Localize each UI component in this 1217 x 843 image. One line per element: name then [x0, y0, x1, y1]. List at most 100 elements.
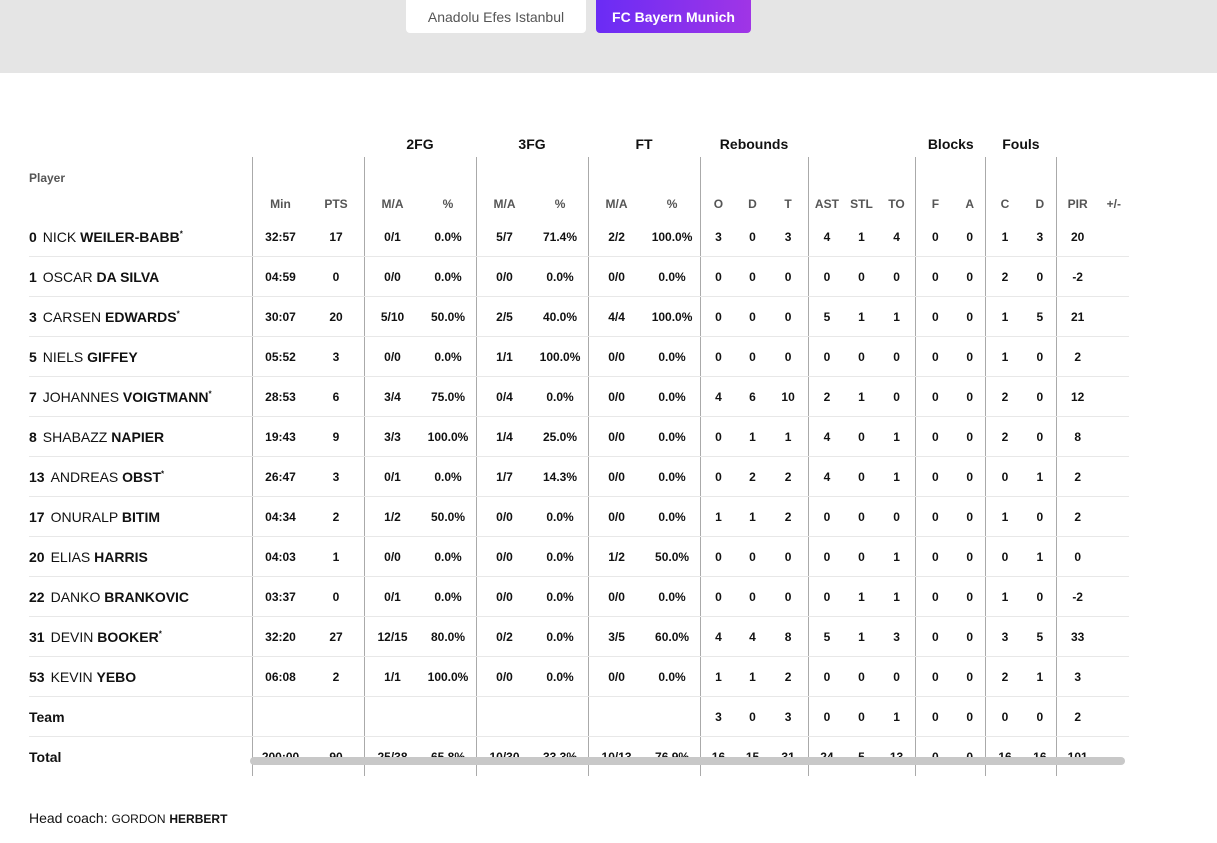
- stat-ft: 3/5: [587, 616, 645, 657]
- stat-d: 0: [736, 217, 769, 257]
- stat-fd: 1: [1023, 456, 1057, 497]
- col-reb-d: D: [748, 197, 757, 211]
- stat-fg3: 1/7: [475, 456, 533, 497]
- stat-fg2p: 50.0%: [420, 296, 477, 337]
- player-name[interactable]: 13 ANDREAS OBST*: [29, 456, 252, 497]
- stat-min: 32:57: [251, 217, 309, 257]
- stat-t: 2: [768, 456, 808, 497]
- group-ft: FT: [635, 135, 653, 152]
- player-name[interactable]: 20 ELIAS HARRIS: [29, 536, 252, 577]
- stat-c: 2: [985, 656, 1024, 697]
- col-3fg-ma: M/A: [475, 157, 533, 217]
- stat-a: 0: [954, 416, 986, 457]
- stat-plus-minus: [1098, 296, 1129, 337]
- stat-f: 0: [915, 217, 955, 257]
- stat-fg2: [363, 696, 421, 737]
- horizontal-scrollbar[interactable]: [250, 757, 1125, 765]
- stat-pts: 2: [308, 656, 364, 697]
- stat-fg3p: 0.0%: [532, 616, 589, 657]
- player-name[interactable]: 5 NIELS GIFFEY: [29, 336, 252, 377]
- stat-plus-minus: [1098, 576, 1129, 617]
- stat-a: 0: [954, 296, 986, 337]
- stat-plus-minus: [1098, 656, 1129, 697]
- stat-ftp: [644, 696, 701, 737]
- stat-ast: 0: [807, 576, 846, 617]
- player-name[interactable]: 53 KEVIN YEBO: [29, 656, 252, 697]
- stat-to: 1: [877, 456, 916, 497]
- player-last-name: WEILER-BABB: [80, 228, 180, 245]
- stat-f: 0: [915, 296, 955, 337]
- stat-t: 1: [768, 416, 808, 457]
- stat-pir: -2: [1055, 256, 1099, 297]
- stat-fg3: 0/4: [475, 376, 533, 417]
- stat-fd: 0: [1023, 696, 1057, 737]
- stat-pir: -2: [1055, 576, 1099, 617]
- player-name[interactable]: 3 CARSEN EDWARDS*: [29, 296, 252, 337]
- stat-fd: 0: [1023, 256, 1057, 297]
- group-rebounds: Rebounds: [719, 135, 789, 152]
- player-name[interactable]: 1 OSCAR DA SILVA: [29, 256, 252, 297]
- stat-stl: 0: [845, 256, 878, 297]
- stat-a: 0: [954, 376, 986, 417]
- col-ft-pct: %: [666, 197, 678, 211]
- player-name[interactable]: 17 ONURALP BITIM: [29, 496, 252, 537]
- stat-t: 10: [768, 376, 808, 417]
- stat-plus-minus: [1098, 416, 1129, 457]
- team-row: Team 3 0 3 0 0 1 0 0 0 0 2: [29, 696, 1129, 737]
- col-pir: PIR: [1055, 157, 1099, 217]
- table-row: 53 KEVIN YEBO 06:08 2 1/1 100.0% 0/0 0.0% 0/0 0.0…: [29, 656, 1129, 697]
- stat-f: 0: [915, 656, 955, 697]
- stat-fg2p: 0.0%: [420, 336, 477, 377]
- stat-fg3p: 40.0%: [532, 296, 589, 337]
- stat-o: 4: [699, 616, 737, 657]
- player-number: 0: [29, 228, 37, 245]
- stat-pir: 21: [1055, 296, 1099, 337]
- column-header-row: Player Min PTS M/A % M/A % M/A % O D T A…: [29, 157, 1129, 217]
- col-to: TO: [888, 197, 905, 211]
- stat-pts: [308, 696, 364, 737]
- stat-to: 4: [877, 217, 916, 257]
- stat-ftp: 0.0%: [644, 256, 701, 297]
- stat-o: 0: [699, 536, 737, 577]
- stat-f: 0: [915, 696, 955, 737]
- stat-c: 0: [985, 456, 1024, 497]
- player-name[interactable]: 31 DEVIN BOOKER*: [29, 616, 252, 657]
- head-coach-label: Head coach:: [29, 810, 108, 826]
- tab-bayern-munich[interactable]: FC Bayern Munich: [596, 0, 751, 33]
- stat-c: 1: [985, 576, 1024, 617]
- stat-pir: 20: [1055, 217, 1099, 257]
- stat-a: 0: [954, 456, 986, 497]
- stat-c: 0: [985, 696, 1024, 737]
- stat-fg2: 0/1: [363, 576, 421, 617]
- stat-fd: 1: [1023, 656, 1057, 697]
- stat-pts: 6: [308, 376, 364, 417]
- stat-fd: 1: [1023, 536, 1057, 577]
- player-last-name: BOOKER: [97, 628, 159, 645]
- player-number: 31: [29, 628, 45, 645]
- player-name[interactable]: 7 JOHANNES VOIGTMANN*: [29, 376, 252, 417]
- player-name[interactable]: 22 DANKO BRANKOVIC: [29, 576, 252, 617]
- stat-a: 0: [954, 536, 986, 577]
- stat-ft: 0/0: [587, 496, 645, 537]
- player-first-name: DANKO: [50, 588, 101, 605]
- stat-fg2: 1/1: [363, 656, 421, 697]
- starter-mark: *: [176, 308, 180, 318]
- stat-pts: 0: [308, 256, 364, 297]
- stat-fg3: 1/4: [475, 416, 533, 457]
- player-last-name: BRANKOVIC: [104, 588, 190, 605]
- player-last-name: OBST: [122, 468, 162, 485]
- stat-min: 06:08: [251, 656, 309, 697]
- stat-pir: 2: [1055, 336, 1099, 377]
- stat-d: 2: [736, 456, 769, 497]
- tab-anadolu-efes[interactable]: Anadolu Efes Istanbul: [406, 0, 586, 33]
- stat-d: 1: [736, 416, 769, 457]
- player-last-name: GIFFEY: [87, 348, 138, 365]
- stat-t: 0: [768, 256, 808, 297]
- team-label: Team: [29, 696, 252, 737]
- total-label: Total: [29, 748, 62, 765]
- stat-ast: 0: [807, 256, 846, 297]
- player-name[interactable]: 8 SHABAZZ NAPIER: [29, 416, 252, 457]
- player-first-name: ONURALP: [50, 508, 119, 525]
- player-name[interactable]: 0 NICK WEILER-BABB*: [29, 217, 252, 257]
- player-number: 8: [29, 428, 37, 445]
